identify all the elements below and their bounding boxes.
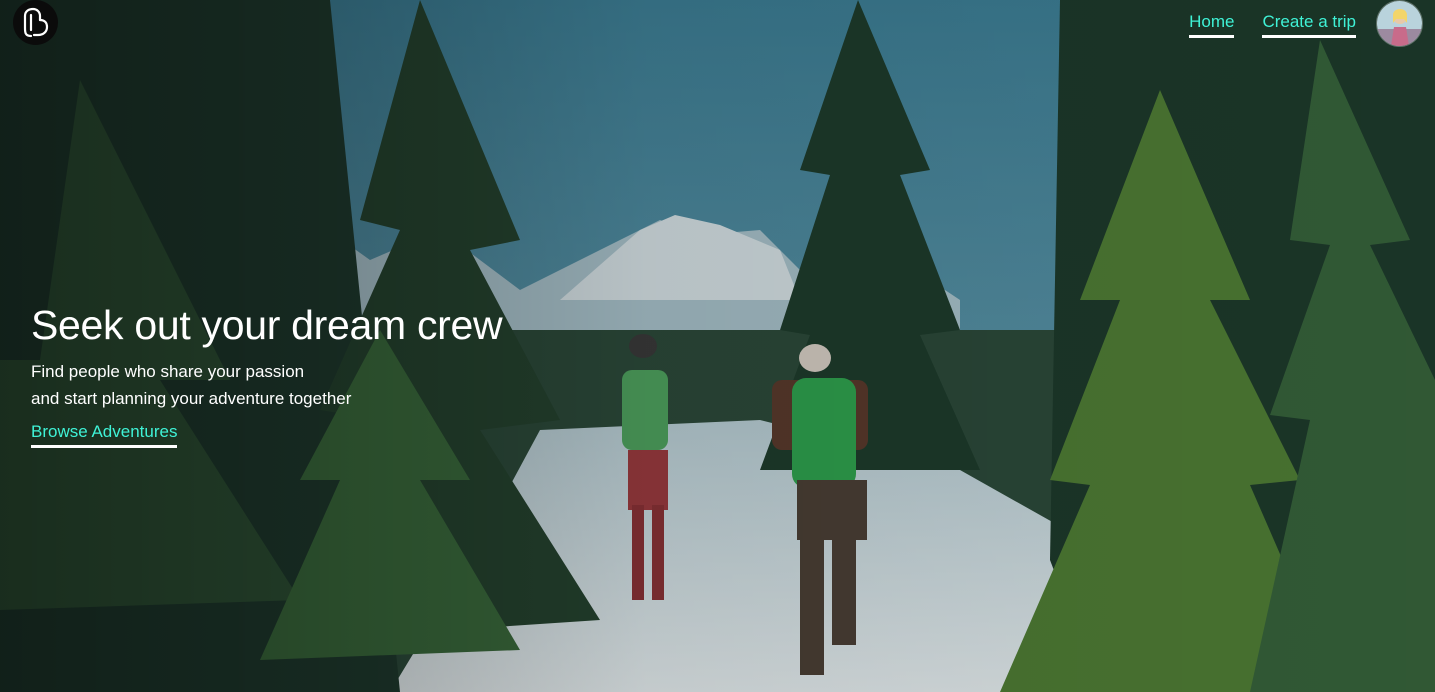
hero-section: Seek out your dream crew Find people who… bbox=[31, 300, 503, 448]
carabiner-logo-icon bbox=[23, 7, 48, 37]
nav-link-home[interactable]: Home bbox=[1189, 12, 1235, 38]
logo-icon[interactable] bbox=[13, 0, 58, 45]
hero-subtitle: Find people who share your passion and s… bbox=[31, 358, 502, 412]
hero-title: Seek out your dream crew bbox=[31, 302, 503, 348]
landing-page: Home Create a trip Seek out your dream c… bbox=[0, 0, 1435, 692]
nav-link-create-trip[interactable]: Create a trip bbox=[1262, 12, 1356, 38]
top-navigation: Home Create a trip bbox=[1189, 12, 1356, 38]
browse-adventures-link[interactable]: Browse Adventures bbox=[31, 422, 178, 448]
hero-subtitle-line-2: and start planning your adventure togeth… bbox=[31, 389, 352, 408]
avatar-image bbox=[1377, 1, 1422, 46]
user-avatar[interactable] bbox=[1376, 0, 1423, 47]
hero-subtitle-line-1: Find people who share your passion bbox=[31, 362, 305, 381]
